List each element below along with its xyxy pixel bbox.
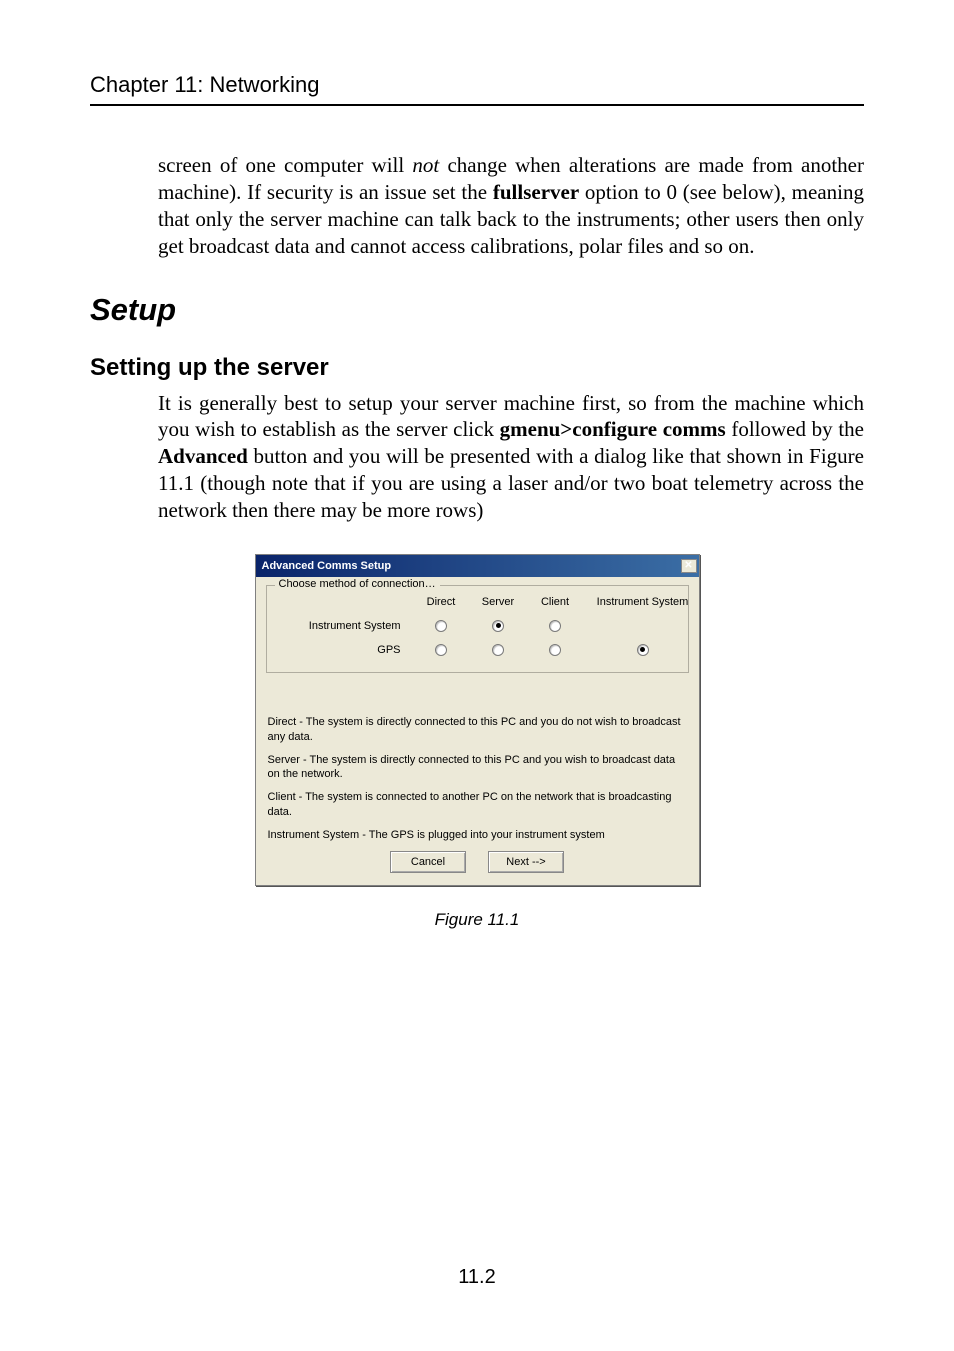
close-button[interactable]: ✕	[681, 559, 697, 573]
next-button[interactable]: Next -->	[488, 851, 564, 873]
advanced-comms-dialog: Advanced Comms Setup ✕ Choose method of …	[255, 554, 700, 886]
text: button and you will be presented with a …	[158, 444, 864, 522]
connection-groupbox: Choose method of connection… Direct Serv…	[266, 585, 689, 673]
desc-direct: Direct - The system is directly connecte…	[266, 715, 689, 745]
cancel-button[interactable]: Cancel	[390, 851, 466, 873]
dialog-titlebar[interactable]: Advanced Comms Setup ✕	[256, 555, 699, 577]
col-header-instrument-system: Instrument System	[584, 596, 702, 608]
body-paragraph: It is generally best to setup your serve…	[158, 390, 864, 524]
page-number: 11.2	[0, 1266, 954, 1289]
col-header-client: Client	[527, 596, 584, 608]
radio-gps-server[interactable]	[492, 644, 504, 656]
close-icon: ✕	[684, 561, 692, 571]
chapter-header: Chapter 11: Networking	[90, 72, 864, 106]
row-label-instrument-system: Instrument System	[273, 620, 413, 632]
italic-not: not	[412, 153, 439, 177]
desc-instrument-system: Instrument System - The GPS is plugged i…	[266, 828, 689, 843]
radio-instrument-direct[interactable]	[435, 620, 447, 632]
subsection-heading-server: Setting up the server	[90, 354, 864, 382]
bold-advanced: Advanced	[158, 444, 248, 468]
col-header-server: Server	[470, 596, 527, 608]
radio-gps-direct[interactable]	[435, 644, 447, 656]
intro-paragraph: screen of one computer will not change w…	[158, 152, 864, 260]
radio-gps-instrument-system[interactable]	[637, 644, 649, 656]
radio-gps-client[interactable]	[549, 644, 561, 656]
section-heading-setup: Setup	[90, 292, 864, 328]
bold-fullserver: fullserver	[493, 180, 579, 204]
radio-instrument-client[interactable]	[549, 620, 561, 632]
desc-client: Client - The system is connected to anot…	[266, 790, 689, 820]
row-label-gps: GPS	[273, 644, 413, 656]
radio-instrument-server[interactable]	[492, 620, 504, 632]
figure-caption: Figure 11.1	[90, 910, 864, 930]
groupbox-legend: Choose method of connection…	[275, 578, 440, 590]
bold-menu-path: gmenu>configure comms	[500, 417, 726, 441]
text: screen of one computer will	[158, 153, 412, 177]
desc-server: Server - The system is directly connecte…	[266, 753, 689, 783]
text: followed by the	[726, 417, 864, 441]
col-header-direct: Direct	[413, 596, 470, 608]
dialog-title: Advanced Comms Setup	[262, 560, 392, 572]
